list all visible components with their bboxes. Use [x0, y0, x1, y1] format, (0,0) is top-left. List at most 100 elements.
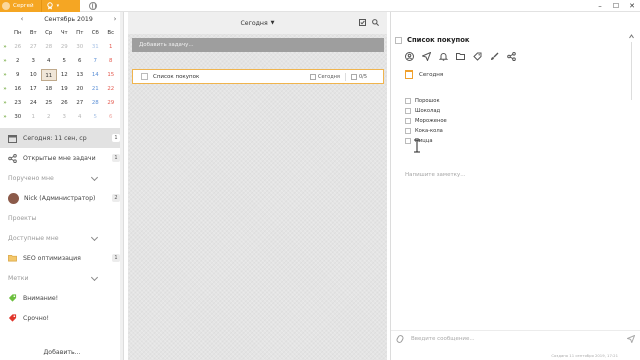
detail-title[interactable]: Список покупок [407, 36, 470, 44]
calendar-day[interactable]: 24 [26, 97, 42, 109]
view-selector[interactable]: Сегодня [240, 20, 267, 27]
calendar-day[interactable]: 6 [103, 111, 119, 123]
calendar-day[interactable]: 14 [88, 69, 104, 81]
due-date[interactable]: Сегодня [405, 70, 443, 79]
section-assigned[interactable]: Поручено мне [0, 168, 123, 188]
paperclip-icon[interactable] [395, 333, 405, 344]
calendar-day[interactable]: 3 [57, 111, 73, 123]
task-complete-checkbox[interactable] [395, 36, 402, 44]
note-input[interactable]: Напишите заметку... [405, 172, 465, 178]
week-marker-icon[interactable]: » [0, 100, 10, 106]
next-month-button[interactable]: › [111, 15, 119, 23]
close-button[interactable]: ✕ [624, 0, 640, 12]
calendar-day[interactable]: 28 [88, 97, 104, 109]
calendar-day[interactable]: 22 [103, 83, 119, 95]
calendar-day[interactable]: 18 [41, 83, 57, 95]
calendar-day[interactable]: 7 [88, 55, 104, 67]
chevron-down-icon[interactable]: ▼ [271, 20, 275, 26]
assignee-icon[interactable] [405, 52, 414, 61]
add-button[interactable]: Добавить... [0, 349, 123, 356]
calendar-day[interactable]: 30 [72, 41, 88, 53]
sidebar-item-seo[interactable]: SEO оптимизация 1 [0, 248, 123, 268]
send-message-icon[interactable] [626, 334, 636, 345]
message-input[interactable]: Введите сообщение... [411, 336, 475, 342]
brush-icon[interactable] [490, 52, 499, 61]
calendar-day[interactable]: 29 [57, 41, 73, 53]
calendar-day[interactable]: 13 [72, 69, 88, 81]
sidebar-item-tag-attention[interactable]: Внимание! [0, 288, 123, 308]
calendar-day[interactable]: 11 [41, 69, 57, 81]
checklist-item[interactable]: Шоколад [405, 106, 447, 116]
calendar-day[interactable]: 23 [10, 97, 26, 109]
minimize-button[interactable]: – [592, 0, 608, 12]
week-marker-icon[interactable]: » [0, 72, 10, 78]
calendar-day[interactable]: 4 [72, 111, 88, 123]
calendar-day[interactable]: 31 [88, 41, 104, 53]
detail-scrollbar[interactable] [629, 34, 634, 104]
week-marker-icon[interactable]: » [0, 44, 10, 50]
week-marker-icon[interactable]: » [0, 114, 10, 120]
sidebar-item-shared[interactable]: Открытые мне задачи 1 [0, 148, 123, 168]
week-marker-icon[interactable]: » [0, 86, 10, 92]
calendar-day[interactable]: 3 [26, 55, 42, 67]
calendar-day[interactable]: 26 [10, 41, 26, 53]
calendar-day[interactable]: 21 [88, 83, 104, 95]
calendar-day[interactable]: 1 [103, 41, 119, 53]
week-marker-icon[interactable]: » [0, 58, 10, 64]
add-task-input[interactable]: Добавить задачу... [132, 38, 384, 52]
checklist-item[interactable]: Кока-кола [405, 126, 447, 136]
task-card[interactable]: Список покупок Сегодня 0/5 [132, 69, 384, 84]
calendar-day[interactable]: 10 [26, 69, 42, 81]
tag-icon[interactable] [473, 52, 482, 61]
calendar-day[interactable]: 26 [57, 97, 73, 109]
sidebar-item-assignee[interactable]: Nick (Администратор) 2 [0, 188, 123, 208]
calendar-day[interactable]: 12 [57, 69, 73, 81]
calendar-day[interactable]: 2 [10, 55, 26, 67]
sidebar-item-tag-urgent[interactable]: Срочно! [0, 308, 123, 328]
award-icon[interactable] [46, 2, 55, 10]
calendar-day[interactable]: 2 [41, 111, 57, 123]
send-icon[interactable] [421, 51, 432, 62]
share-icon[interactable] [507, 52, 516, 61]
checklist-checkbox[interactable] [405, 108, 411, 114]
globe-icon[interactable] [89, 2, 97, 10]
checklist-item[interactable]: Порошок [405, 96, 447, 106]
user-menu-button[interactable]: Сергей ▾ [0, 0, 80, 12]
task-checkbox[interactable] [141, 73, 148, 80]
checklist-item[interactable]: Мороженое [405, 116, 447, 126]
prev-month-button[interactable]: ‹ [18, 15, 26, 23]
calendar-day[interactable]: 5 [88, 111, 104, 123]
calendar-day[interactable]: 25 [41, 97, 57, 109]
checklist-checkbox[interactable] [405, 128, 411, 134]
sidebar-scrollbar[interactable] [120, 12, 123, 360]
checklist-icon[interactable] [359, 19, 366, 26]
calendar-day[interactable]: 20 [72, 83, 88, 95]
calendar-day[interactable]: 28 [41, 41, 57, 53]
calendar-day[interactable]: 8 [103, 55, 119, 67]
calendar-day[interactable]: 16 [10, 83, 26, 95]
calendar-day[interactable]: 17 [26, 83, 42, 95]
calendar-day[interactable]: 29 [103, 97, 119, 109]
section-projects[interactable]: Проекты [0, 208, 123, 228]
calendar-day[interactable]: 19 [57, 83, 73, 95]
checklist-checkbox[interactable] [405, 118, 411, 124]
maximize-button[interactable]: ☐ [608, 0, 624, 12]
calendar-day[interactable]: 27 [72, 97, 88, 109]
sidebar-item-today[interactable]: Сегодня: 11 сен, ср 1 [0, 128, 123, 148]
section-tags[interactable]: Метки [0, 268, 123, 288]
checklist-checkbox[interactable] [405, 98, 411, 104]
calendar-day[interactable]: 5 [57, 55, 73, 67]
bell-icon[interactable] [438, 52, 449, 61]
calendar-day[interactable]: 9 [10, 69, 26, 81]
chevron-down-icon[interactable]: ▾ [57, 3, 60, 9]
calendar-day[interactable]: 30 [10, 111, 26, 123]
folder-icon[interactable] [456, 52, 465, 61]
section-available[interactable]: Доступные мне [0, 228, 123, 248]
calendar-day[interactable]: 4 [41, 55, 57, 67]
calendar-day[interactable]: 6 [72, 55, 88, 67]
checklist-checkbox[interactable] [405, 138, 411, 144]
search-icon[interactable] [372, 19, 379, 26]
calendar-day[interactable]: 15 [103, 69, 119, 81]
calendar-day[interactable]: 1 [26, 111, 42, 123]
calendar-day[interactable]: 27 [26, 41, 42, 53]
